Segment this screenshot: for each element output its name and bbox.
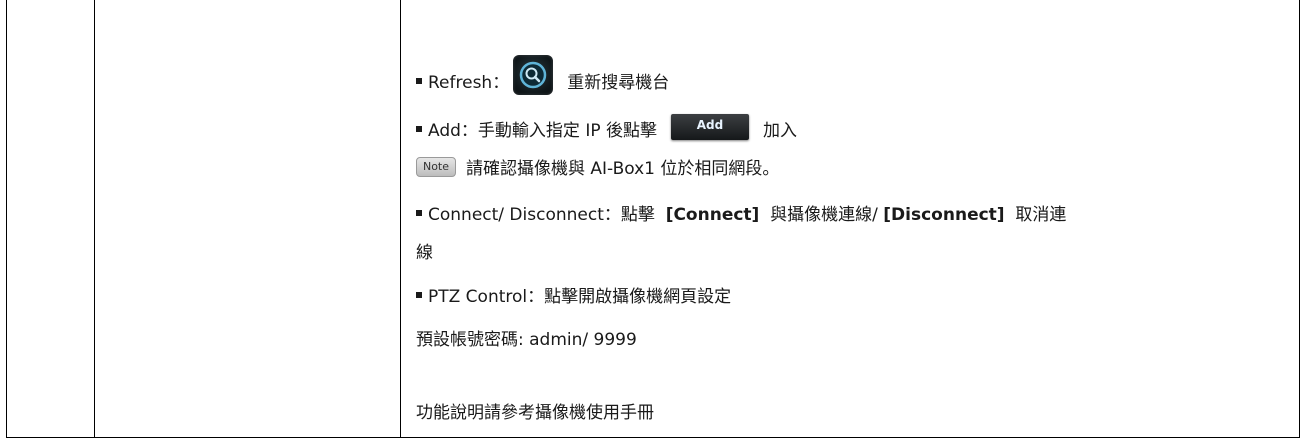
column-divider-1 bbox=[94, 0, 95, 437]
connect-suffix: 取消連 bbox=[1015, 205, 1067, 225]
refresh-label: Refresh： bbox=[428, 73, 510, 93]
disconnect-label: [Disconnect] bbox=[883, 205, 1005, 225]
ptz-line: PTZ Control：點擊開啟攝像機網頁設定 bbox=[416, 285, 731, 309]
content-table: Refresh： 重新搜尋機台 Add：手動輸入指定 IP 後點擊 Add 加入 N… bbox=[6, 0, 1300, 438]
bullet-icon bbox=[416, 126, 422, 132]
connect-prefix: Connect/ Disconnect：點擊 bbox=[428, 205, 655, 225]
manual-ref-text: 功能說明請參考攝像機使用手冊 bbox=[416, 403, 654, 423]
note-badge: Note bbox=[416, 157, 456, 177]
manual-ref-line: 功能說明請參考攝像機使用手冊 bbox=[416, 401, 654, 425]
connect-line: Connect/ Disconnect：點擊 [Connect] 與攝像機連線/… bbox=[416, 203, 1066, 227]
note-line: Note 請確認攝像機與 AI-Box1 位於相同網段。 bbox=[416, 157, 779, 181]
bullet-icon bbox=[416, 78, 422, 84]
bullet-icon bbox=[416, 210, 422, 216]
ptz-label: PTZ Control：點擊開啟攝像機網頁設定 bbox=[428, 287, 732, 307]
bullet-icon bbox=[416, 292, 422, 298]
note-text: 請確認攝像機與 AI-Box1 位於相同網段。 bbox=[466, 159, 780, 179]
default-account-line: 預設帳號密碼: admin/ 9999 bbox=[416, 328, 637, 352]
refresh-line: Refresh： 重新搜尋機台 bbox=[416, 55, 670, 103]
add-description: 加入 bbox=[763, 121, 797, 141]
refresh-description: 重新搜尋機台 bbox=[567, 73, 670, 93]
add-button[interactable]: Add bbox=[671, 114, 749, 140]
connect-wrap-line: 線 bbox=[416, 241, 433, 265]
add-label: Add：手動輸入指定 IP 後點擊 bbox=[428, 121, 657, 141]
connect-wrap-text: 線 bbox=[416, 243, 433, 263]
column-divider-2 bbox=[400, 0, 401, 437]
add-line: Add：手動輸入指定 IP 後點擊 Add 加入 bbox=[416, 114, 797, 144]
search-magnifier-icon bbox=[513, 55, 554, 95]
default-account-text: 預設帳號密碼: admin/ 9999 bbox=[416, 330, 637, 350]
connect-label: [Connect] bbox=[665, 205, 760, 225]
connect-middle: 與攝像機連線/ bbox=[770, 205, 878, 225]
